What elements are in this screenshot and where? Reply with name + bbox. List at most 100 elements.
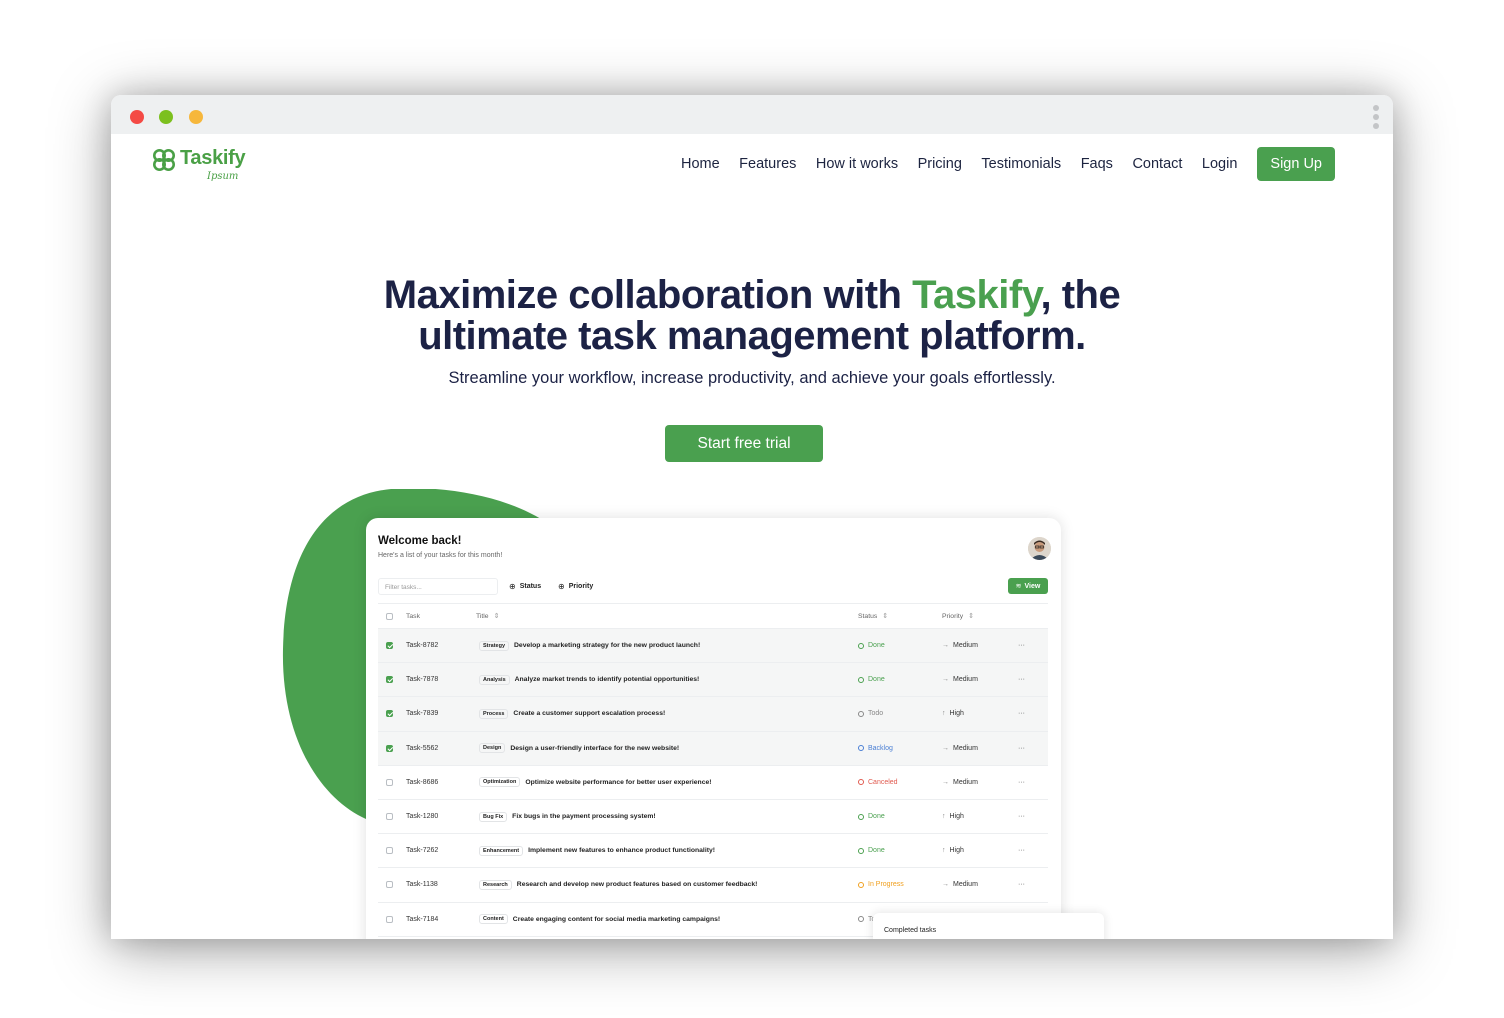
status-icon: [858, 813, 864, 820]
task-priority: Medium: [953, 778, 978, 786]
row-checkbox[interactable]: [386, 813, 393, 821]
nav-link-pricing[interactable]: Pricing: [918, 156, 962, 172]
row-checkbox[interactable]: [386, 915, 393, 923]
task-id: Task-7839: [406, 710, 439, 718]
plus-circle-icon: ⊕: [509, 582, 516, 591]
status-filter-label: Status: [519, 583, 542, 590]
row-actions-button[interactable]: ···: [1018, 868, 1025, 901]
completed-tasks-card: Completed tasks: [873, 913, 1104, 939]
task-status: Done: [868, 813, 885, 821]
priority-arrow-icon: →: [942, 881, 949, 889]
hero-subtitle: Streamline your workflow, increase produ…: [448, 369, 1056, 387]
nav-link-faqs[interactable]: Faqs: [1081, 156, 1113, 172]
status-icon: [858, 642, 864, 649]
table-row[interactable]: Task-1280 Bug Fix Fix bugs in the payment …: [378, 800, 1048, 835]
kebab-menu-icon[interactable]: [1373, 105, 1379, 131]
task-id: Task-8782: [406, 642, 439, 650]
dashboard-preview: Welcome back! Here's a list of your task…: [366, 518, 1061, 939]
status-icon: [858, 847, 864, 854]
task-id: Task-5562: [406, 744, 439, 752]
table-row[interactable]: Task-7262 Enhancement Implement new featur…: [378, 834, 1048, 869]
row-actions-button[interactable]: ···: [1018, 800, 1025, 833]
task-title: Create a customer support escalation pro…: [513, 710, 666, 718]
row-checkbox[interactable]: [386, 778, 393, 786]
dashboard-subtitle: Here's a list of your tasks for this mon…: [378, 552, 503, 559]
row-actions-button[interactable]: ···: [1018, 663, 1025, 696]
sign-up-button[interactable]: Sign Up: [1257, 147, 1335, 181]
row-actions-button[interactable]: ···: [1018, 766, 1025, 799]
table-row[interactable]: Task-5562 Design Design a user-friendly in…: [378, 731, 1048, 766]
table-row[interactable]: Task-8686 Optimization Optimize website pe…: [378, 766, 1048, 800]
table-row[interactable]: Task-7878 Analysis Analyze market trends t…: [378, 663, 1048, 698]
sort-icon: ⇕: [493, 613, 500, 620]
task-tag: Content: [479, 914, 508, 925]
priority-arrow-icon: ↑: [942, 710, 946, 718]
nav-link-how-it-works[interactable]: How it works: [816, 156, 898, 172]
view-button[interactable]: ≋ View: [1008, 578, 1048, 594]
hero-title-brand: Taskify: [912, 273, 1041, 317]
task-title: Research and develop new product feature…: [516, 881, 758, 889]
table-row[interactable]: Task-1138 Research Research and develop ne…: [378, 868, 1048, 903]
hero-title-part: , the: [1040, 273, 1121, 317]
task-id: Task-7262: [406, 847, 439, 855]
priority-arrow-icon: ↑: [942, 813, 946, 821]
hero-title: Maximize collaboration with Taskify, the…: [111, 275, 1393, 357]
sliders-icon: ≋: [1015, 583, 1022, 590]
maximize-window-button[interactable]: [159, 110, 173, 124]
view-button-label: View: [1024, 582, 1041, 590]
start-free-trial-button[interactable]: Start free trial: [665, 425, 823, 462]
status-filter-button[interactable]: ⊕ Status: [509, 578, 541, 595]
row-actions-button[interactable]: ···: [1018, 732, 1025, 765]
nav-links: Home Features How it works Pricing Testi…: [661, 147, 1335, 181]
priority-arrow-icon: →: [942, 778, 949, 786]
priority-arrow-icon: →: [942, 642, 949, 650]
task-priority: Medium: [953, 881, 978, 889]
row-actions-button[interactable]: ···: [1018, 834, 1025, 867]
priority-arrow-icon: →: [942, 744, 949, 752]
column-task: Task: [406, 612, 420, 620]
task-status: Backlog: [868, 744, 893, 752]
nav-link-contact[interactable]: Contact: [1132, 156, 1182, 172]
browser-chrome: [111, 95, 1393, 134]
task-id: Task-8686: [406, 778, 439, 786]
row-checkbox[interactable]: [386, 642, 393, 650]
task-status: In Progress: [868, 881, 904, 889]
table-row[interactable]: Task-8782 Strategy Develop a marketing str…: [378, 629, 1048, 664]
row-actions-button[interactable]: ···: [1018, 697, 1025, 730]
nav-link-features[interactable]: Features: [739, 156, 796, 172]
task-id: Task-7878: [406, 676, 439, 684]
nav-link-home[interactable]: Home: [681, 156, 720, 172]
hero-title-part: Maximize collaboration with: [383, 273, 913, 317]
task-id: Task-1280: [406, 813, 439, 821]
row-checkbox[interactable]: [386, 710, 393, 718]
task-status: Canceled: [868, 778, 898, 786]
task-status: Done: [868, 847, 885, 855]
task-title: Create engaging content for social media…: [512, 915, 721, 923]
task-priority: Medium: [953, 676, 978, 684]
minimize-window-button[interactable]: [189, 110, 203, 124]
filter-tasks-input[interactable]: Filter tasks...: [378, 578, 498, 595]
close-window-button[interactable]: [130, 110, 144, 124]
task-tag: Strategy: [479, 640, 510, 651]
nav-link-login[interactable]: Login: [1202, 156, 1237, 172]
nav-link-testimonials[interactable]: Testimonials: [981, 156, 1061, 172]
column-title[interactable]: Title: [476, 613, 489, 620]
row-checkbox[interactable]: [386, 847, 393, 855]
completed-tasks-label: Completed tasks: [884, 927, 937, 934]
row-checkbox[interactable]: [386, 744, 393, 752]
select-all-checkbox[interactable]: [386, 612, 393, 620]
clover-logo-icon: [153, 149, 175, 171]
column-priority[interactable]: Priority: [942, 613, 963, 620]
row-checkbox[interactable]: [386, 676, 393, 684]
task-id: Task-7184: [406, 915, 439, 923]
task-title: Fix bugs in the payment processing syste…: [512, 813, 656, 821]
logo[interactable]: Taskify Ipsum: [151, 146, 261, 186]
row-checkbox[interactable]: [386, 881, 393, 889]
task-priority: High: [949, 847, 964, 855]
column-status[interactable]: Status: [858, 613, 877, 620]
user-avatar[interactable]: [1028, 537, 1051, 560]
row-actions-button[interactable]: ···: [1018, 629, 1025, 662]
priority-filter-button[interactable]: ⊕ Priority: [558, 578, 593, 595]
status-icon: [858, 779, 864, 786]
table-row[interactable]: Task-7839 Process Create a customer suppor…: [378, 697, 1048, 732]
